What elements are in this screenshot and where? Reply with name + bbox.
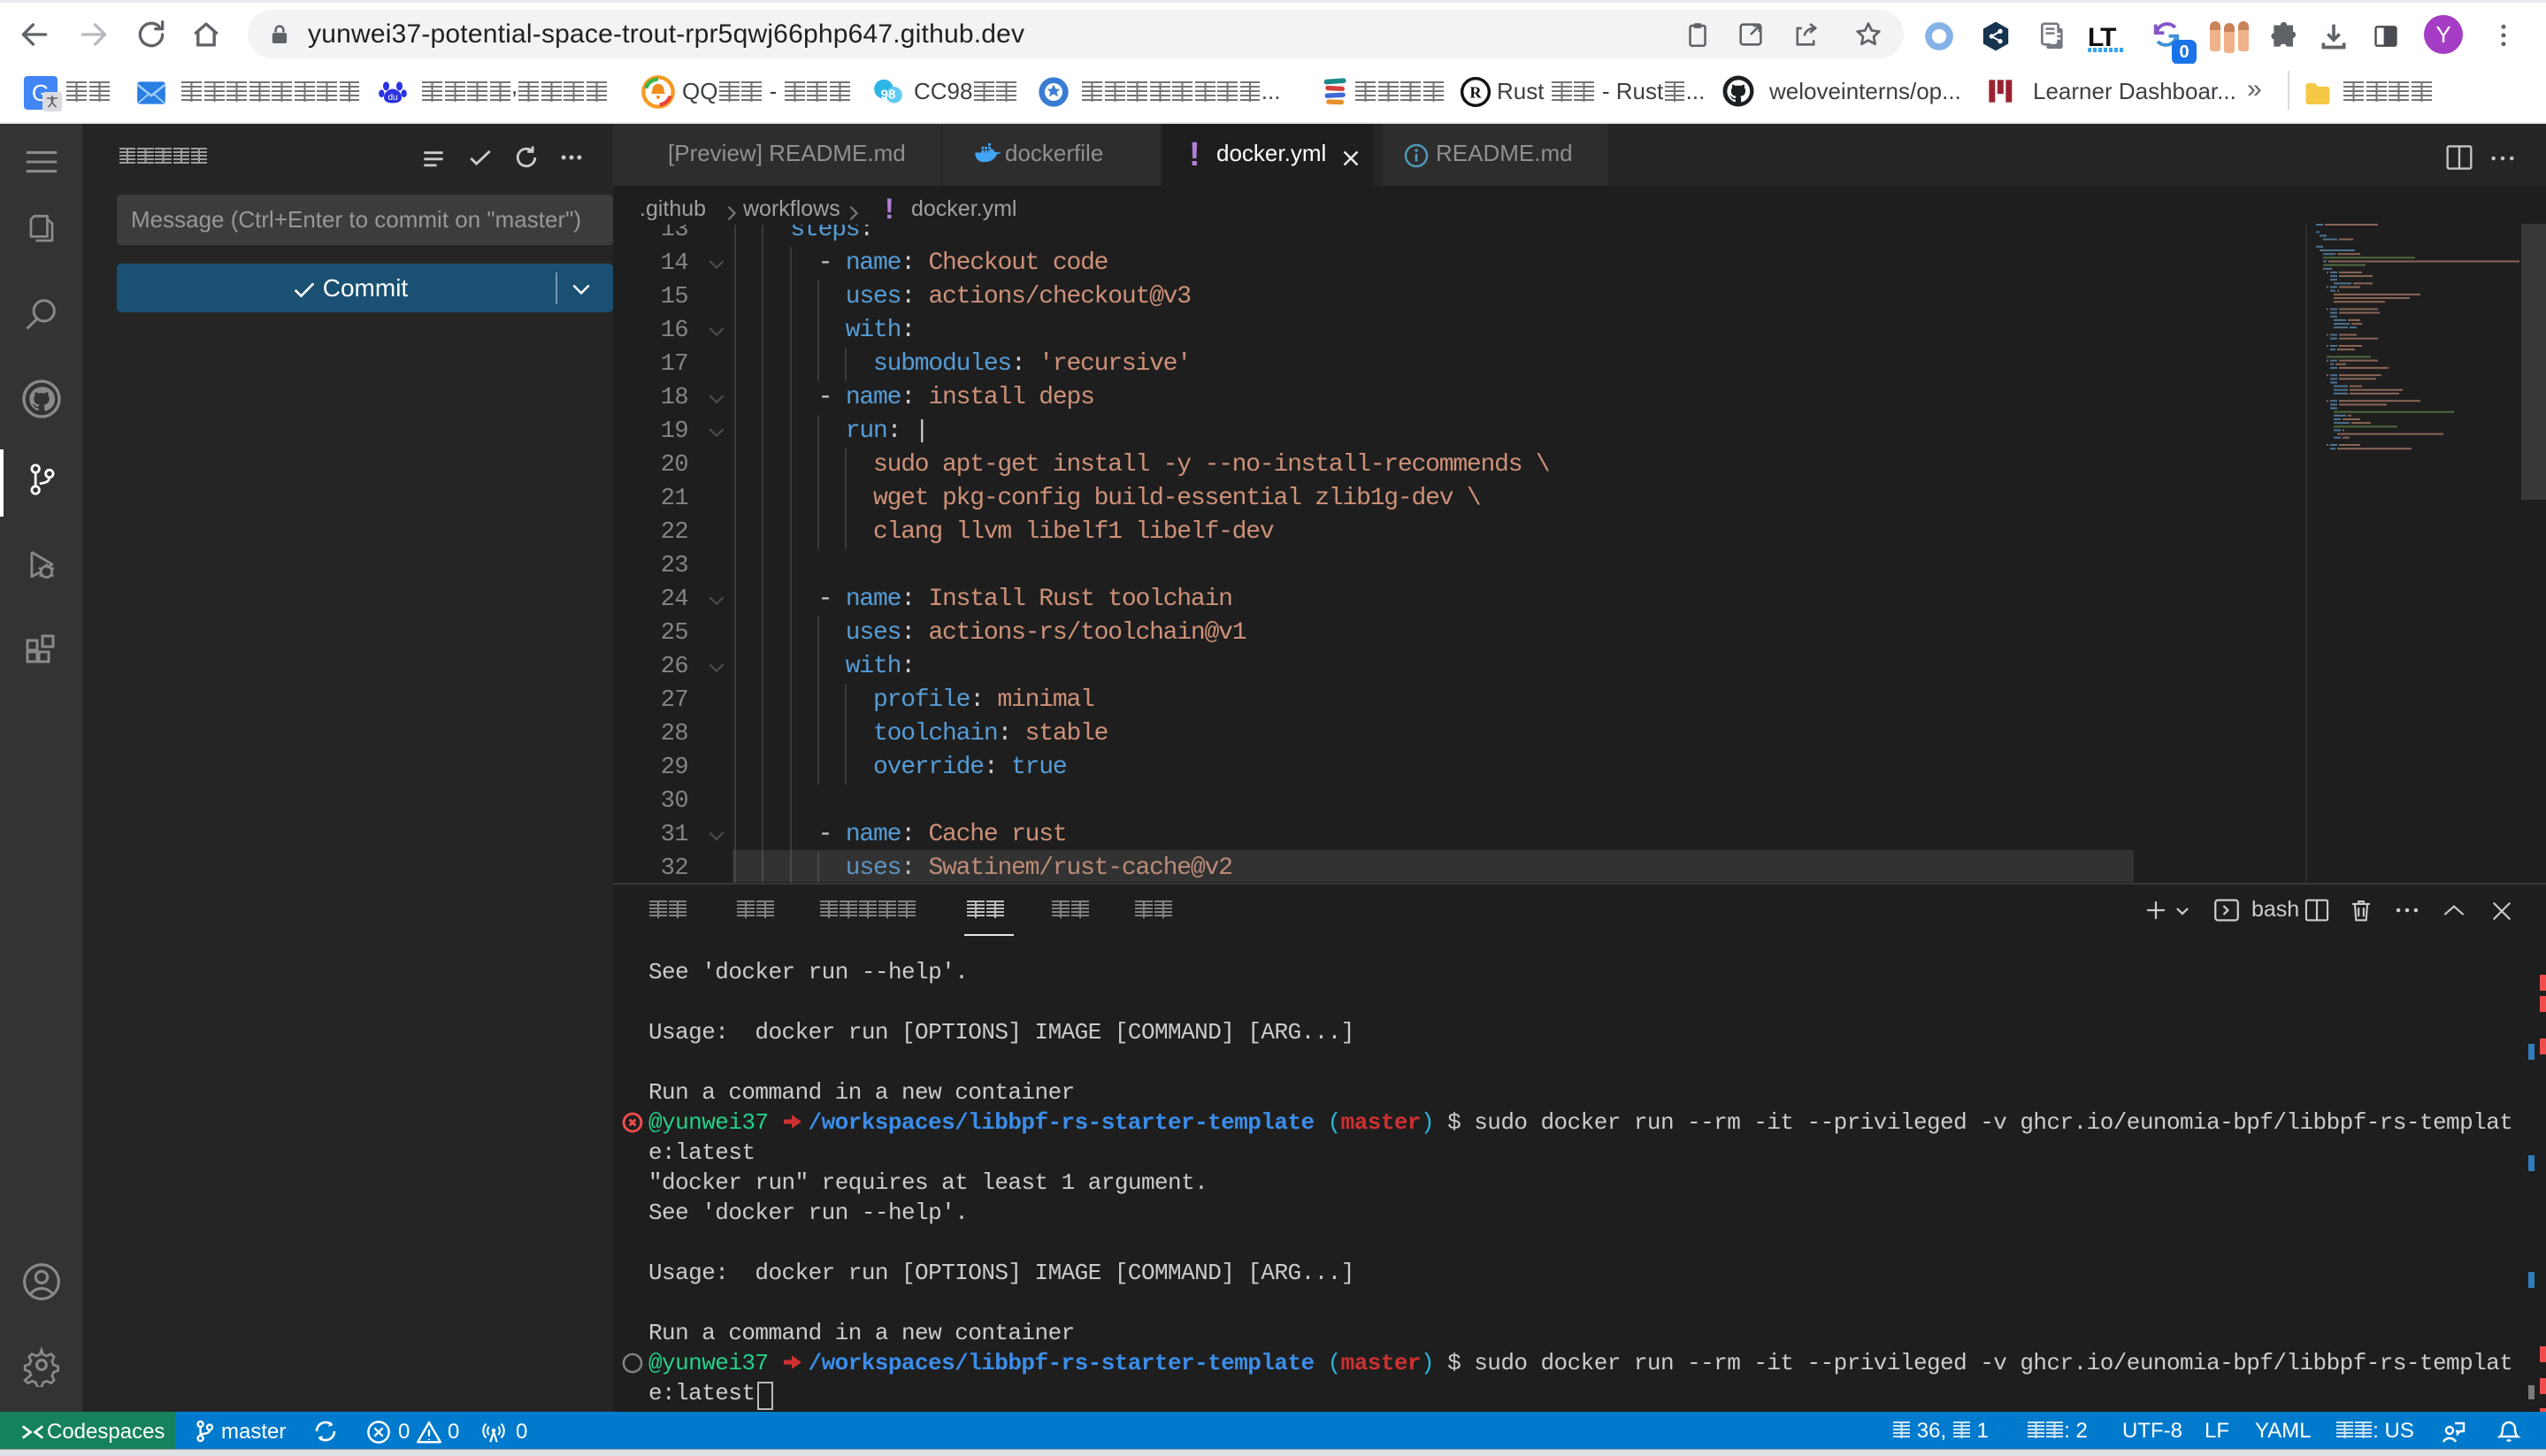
svg-text:du: du (387, 93, 397, 103)
svg-text:98: 98 (881, 88, 896, 103)
svg-text:R: R (1469, 84, 1482, 102)
